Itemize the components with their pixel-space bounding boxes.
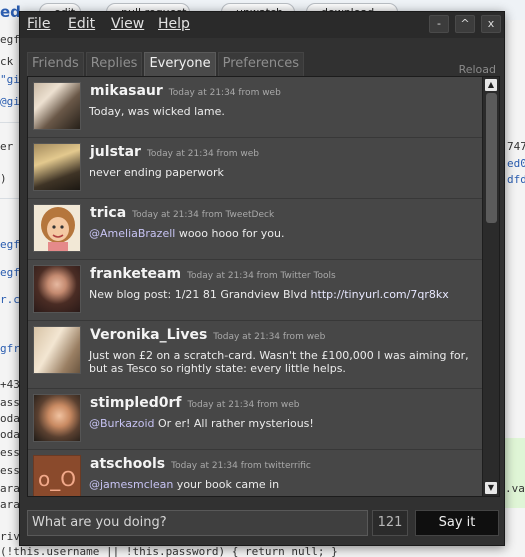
background-text: @gi [0, 95, 20, 108]
maximize-button[interactable]: ^ [455, 15, 475, 33]
tweet-text: @jamesmclean your book came in [89, 478, 280, 491]
reload-button[interactable]: Reload [459, 63, 496, 76]
tweet-username[interactable]: stimpled0rf Today at 21:34 from web [90, 395, 300, 411]
menu-help[interactable]: Help [158, 16, 190, 32]
avatar-text: o_O [38, 467, 76, 491]
tweet-meta: Today at 21:34 from web [168, 88, 281, 98]
background-text: egf [0, 238, 20, 251]
status-input[interactable]: What are you doing? [27, 510, 368, 536]
minimize-button[interactable]: - [429, 15, 449, 33]
background-text: +43 [0, 378, 20, 391]
background-text: dfd [507, 173, 525, 186]
avatar[interactable] [33, 82, 81, 130]
background-text: .va [505, 482, 525, 495]
menu-edit[interactable]: Edit [68, 16, 95, 32]
tweet-text: @Burkazoid Or er! All rather mysterious! [89, 417, 314, 430]
background-text: "gi [0, 73, 20, 86]
background-text: ara [0, 482, 20, 495]
background-text: gfr [0, 342, 20, 355]
background-text: ed [0, 3, 21, 21]
background-text: ara [0, 498, 20, 511]
tab-friends[interactable]: Friends [27, 52, 84, 76]
tweet-mention[interactable]: @jamesmclean [89, 478, 173, 491]
tweet-meta: Today at 21:34 from web [146, 149, 259, 159]
tweet-item: franketeam Today at 21:34 from Twitter To… [28, 260, 482, 321]
avatar[interactable]: o_O [33, 455, 81, 496]
tweet-meta: Today at 21:34 from twitterrific [171, 461, 311, 471]
tweet-item: trica Today at 21:34 from TweetDeck @Amel… [28, 199, 482, 260]
tweet-text: New blog post: 1/21 81 Grandview Blvd ht… [89, 288, 449, 301]
tweet-meta: Today at 21:34 from web [187, 400, 300, 410]
tweet-item: julstar Today at 21:34 from web never end… [28, 138, 482, 199]
tweet-link[interactable]: http://tinyurl.com/7qr8kx [311, 288, 449, 301]
tweet-meta: Today at 21:34 from Twitter Tools [187, 271, 336, 281]
tweet-username[interactable]: atschools Today at 21:34 from twitterrifi… [90, 456, 311, 472]
scroll-up-icon[interactable]: ▲ [485, 79, 497, 91]
scroll-thumb[interactable] [486, 93, 497, 223]
tweet-meta: Today at 21:34 from web [213, 332, 326, 342]
tab-preferences[interactable]: Preferences [217, 52, 305, 76]
tweet-mention[interactable]: @Burkazoid [89, 417, 155, 430]
background-text: ed0 [507, 157, 525, 170]
tweet-meta: Today at 21:34 from TweetDeck [132, 210, 275, 220]
close-button[interactable]: x [481, 15, 501, 33]
avatar[interactable] [33, 204, 81, 252]
tweet-text: Today, was wicked lame. [89, 105, 225, 118]
tweet-text: @AmeliaBrazell wooo hooo for you. [89, 227, 285, 240]
background-text: 747 [507, 140, 525, 153]
menu-view[interactable]: View [111, 16, 144, 32]
tweet-username[interactable]: franketeam Today at 21:34 from Twitter To… [90, 266, 336, 282]
say-it-button[interactable]: Say it [415, 510, 499, 536]
menu-file[interactable]: File [27, 16, 50, 32]
tab-bar: Friends Replies Everyone Preferences [27, 52, 305, 76]
tweet-username[interactable]: mikasaur Today at 21:34 from web [90, 83, 281, 99]
tab-everyone[interactable]: Everyone [144, 52, 216, 76]
tweet-text: Just won £2 on a scratch-card. Wasn't th… [89, 349, 469, 375]
background-text: egf [0, 266, 20, 279]
tweet-username[interactable]: trica Today at 21:34 from TweetDeck [90, 205, 274, 221]
tab-replies[interactable]: Replies [85, 52, 143, 76]
background-text: er [0, 140, 14, 153]
tweet-mention[interactable]: @AmeliaBrazell [89, 227, 175, 240]
tweet-item: mikasaur Today at 21:34 from web Today, w… [28, 77, 482, 138]
tweet-timeline: mikasaur Today at 21:34 from web Today, w… [27, 76, 500, 497]
tweet-item: Veronika_Lives Today at 21:34 from web Ju… [28, 321, 482, 389]
scroll-down-icon[interactable]: ▼ [485, 482, 497, 494]
menu-bar: File Edit View Help - ^ x [20, 12, 504, 38]
avatar[interactable] [33, 394, 81, 442]
avatar[interactable] [33, 265, 81, 313]
avatar[interactable] [33, 143, 81, 191]
twitter-client-window: File Edit View Help - ^ x Friends Replie… [19, 11, 505, 546]
tweet-username[interactable]: julstar Today at 21:34 from web [90, 144, 259, 160]
background-text: ) [0, 172, 7, 185]
avatar[interactable] [33, 326, 81, 374]
tweet-text: never ending paperwork [89, 166, 224, 179]
character-counter: 121 [372, 510, 408, 536]
timeline-scrollbar[interactable]: ▲ ▼ [482, 77, 499, 496]
tweet-item: o_O atschools Today at 21:34 from twitter… [28, 450, 482, 496]
tweet-item: stimpled0rf Today at 21:34 from web @Burk… [28, 389, 482, 450]
cartoon-avatar-icon [41, 207, 75, 251]
background-text: (!this.username || !this.password) { ret… [0, 545, 338, 557]
tweet-username[interactable]: Veronika_Lives Today at 21:34 from web [90, 327, 325, 343]
